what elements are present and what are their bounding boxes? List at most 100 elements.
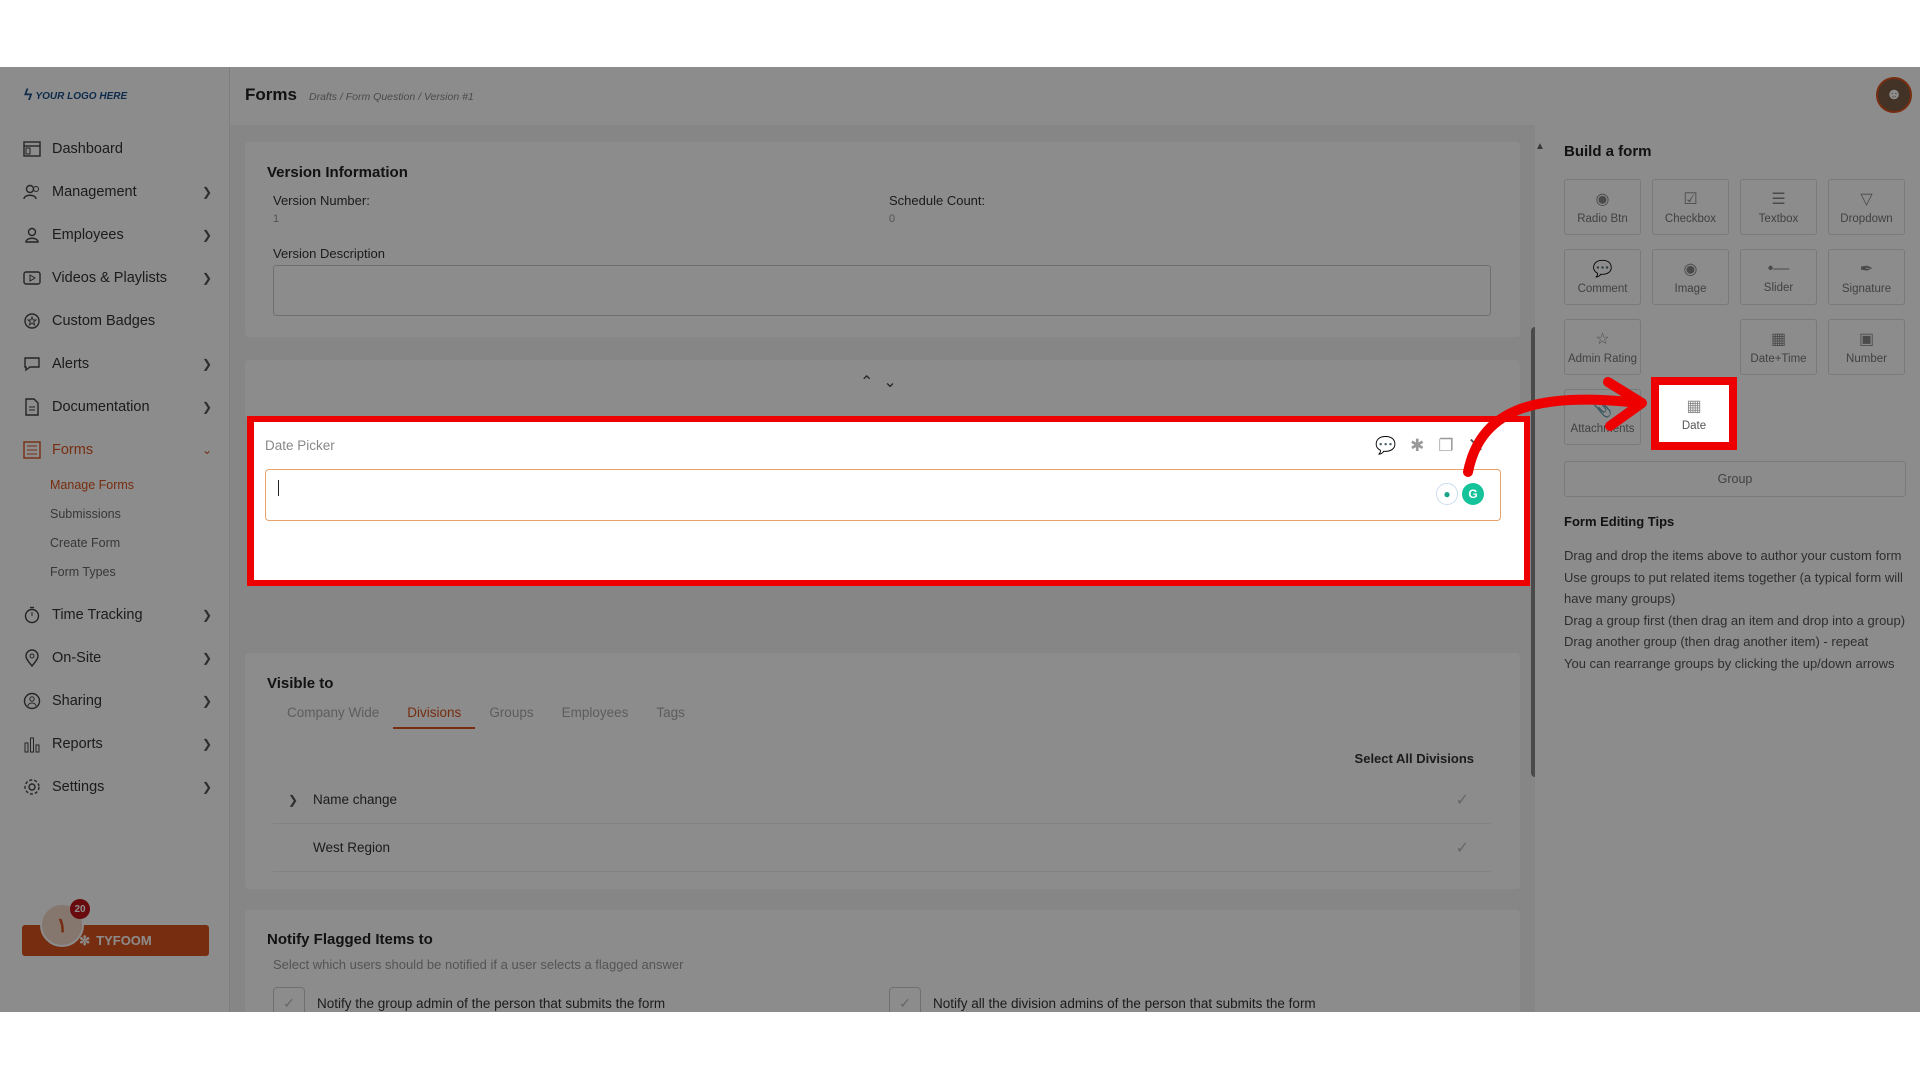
tool-admin-rating[interactable]: ☆ Admin Rating <box>1564 319 1641 375</box>
bar-chart-icon <box>22 734 42 754</box>
division-row[interactable]: West Region ✓ <box>273 824 1491 872</box>
tool-signature[interactable]: ✒ Signature <box>1828 249 1905 305</box>
avatar[interactable]: ☻ <box>1876 77 1912 113</box>
tab-divisions[interactable]: Divisions <box>393 705 476 729</box>
tool-slider[interactable]: •— Slider <box>1740 249 1817 305</box>
tool-date[interactable]: ▦ Date <box>1651 377 1737 450</box>
sidebar-item-employees[interactable]: Employees ❯ <box>0 213 230 256</box>
tool-image[interactable]: ◉ Image <box>1652 249 1729 305</box>
page-title: Forms <box>245 85 297 104</box>
division-name: Name change <box>313 792 398 807</box>
chevron-right-icon[interactable]: ❯ <box>273 793 313 807</box>
notification-count-badge: 20 <box>70 899 90 919</box>
sidebar-item-custom-badges[interactable]: Custom Badges <box>0 299 230 342</box>
notify-subtitle: Select which users should be notified if… <box>273 957 684 972</box>
chevron-right-icon: ❯ <box>201 270 212 285</box>
tip: Drag another group (then drag another it… <box>1564 634 1869 649</box>
sidebar-item-forms[interactable]: Forms ⌄ <box>0 428 230 471</box>
signature-icon: ✒ <box>1859 261 1874 278</box>
select-all-divisions[interactable]: Select All Divisions <box>1355 751 1474 766</box>
sidebar-item-dashboard[interactable]: Dashboard <box>0 127 230 170</box>
grammarly-icon[interactable]: G <box>1462 483 1484 505</box>
sidebar-item-reports[interactable]: Reports ❯ <box>0 722 230 765</box>
text-caret <box>278 480 279 496</box>
tool-date-time[interactable]: ▦ Date+Time <box>1740 319 1817 375</box>
sidebar-item-documentation[interactable]: Documentation ❯ <box>0 385 230 428</box>
lightbulb-icon[interactable]: ● <box>1436 483 1458 505</box>
sidebar-item-label: On-Site <box>52 649 102 666</box>
comment-icon[interactable]: 💬 <box>1375 436 1396 456</box>
notify-card: Notify Flagged Items to Select which use… <box>245 910 1520 1012</box>
slider-icon: •— <box>1767 260 1790 277</box>
version-info-title: Version Information <box>267 164 408 181</box>
notify-group-admin-option[interactable]: ✓ Notify the group admin of the person t… <box>273 987 665 1012</box>
textbox-icon: ☰ <box>1771 191 1786 208</box>
version-description-textarea[interactable] <box>273 265 1491 316</box>
tool-checkbox[interactable]: ☑ Checkbox <box>1652 179 1729 235</box>
share-icon <box>22 691 42 711</box>
tyfoom-label: TYFOOM <box>96 933 152 948</box>
sidebar-item-label: Dashboard <box>52 140 123 157</box>
calendar-icon: ▦ <box>1686 397 1702 415</box>
video-icon <box>22 268 42 288</box>
check-icon[interactable]: ✓ <box>1456 838 1469 858</box>
checkbox[interactable]: ✓ <box>889 987 921 1012</box>
logo[interactable]: ϟ YOUR LOGO HERE <box>24 87 127 105</box>
version-number-value: 1 <box>273 213 280 225</box>
chevron-up-icon[interactable]: ⌃ <box>860 372 873 392</box>
breadcrumb[interactable]: Drafts / Form Question / Version #1 <box>309 91 474 103</box>
sidebar-item-label: Alerts <box>52 355 90 372</box>
user-icon: ☻ <box>1885 86 1903 103</box>
scroll-up-icon[interactable]: ▲ <box>1535 141 1545 152</box>
tool-number[interactable]: ▣ Number <box>1828 319 1905 375</box>
tyfoom-widget[interactable]: ١ 20 ✼ TYFOOM <box>22 899 209 956</box>
asterisk-icon[interactable]: ✱ <box>1410 436 1424 456</box>
sidebar-item-time-tracking[interactable]: Time Tracking ❯ <box>0 593 230 636</box>
sidebar-item-sharing[interactable]: Sharing ❯ <box>0 679 230 722</box>
date-picker-input[interactable]: ● G <box>265 469 1501 521</box>
tool-comment[interactable]: 💬 Comment <box>1564 249 1641 305</box>
tool-dropdown[interactable]: ▽ Dropdown <box>1828 179 1905 235</box>
tab-company-wide[interactable]: Company Wide <box>273 705 393 729</box>
tip: Drag and drop the items above to author … <box>1564 548 1902 563</box>
subnav-manage-forms[interactable]: Manage Forms <box>50 471 230 500</box>
calendar-clock-icon: ▦ <box>1770 331 1787 348</box>
tool-textbox[interactable]: ☰ Textbox <box>1740 179 1817 235</box>
subnav-form-types[interactable]: Form Types <box>50 558 230 587</box>
list-icon <box>22 440 42 460</box>
division-row[interactable]: ❯ Name change ✓ <box>273 776 1491 824</box>
check-icon[interactable]: ✓ <box>1456 790 1469 810</box>
visibility-tabs: Company Wide Divisions Groups Employees … <box>273 705 699 729</box>
division-name: West Region <box>313 840 391 855</box>
notify-division-admin-option[interactable]: ✓ Notify all the division admins of the … <box>889 987 1316 1012</box>
top-header: Forms Drafts / Form Question / Version #… <box>230 67 1920 125</box>
subnav-create-form[interactable]: Create Form <box>50 529 230 558</box>
sidebar-item-on-site[interactable]: On-Site ❯ <box>0 636 230 679</box>
sidebar-item-alerts[interactable]: Alerts ❯ <box>0 342 230 385</box>
dropdown-icon: ▽ <box>1860 191 1873 208</box>
tab-tags[interactable]: Tags <box>642 705 699 729</box>
schedule-count-value: 0 <box>889 213 896 225</box>
number-icon: ▣ <box>1858 331 1875 348</box>
copy-icon[interactable]: ❐ <box>1438 436 1453 456</box>
question-toolbar: ⌃ ⌄ <box>245 360 1520 420</box>
sidebar-item-videos[interactable]: Videos & Playlists ❯ <box>0 256 230 299</box>
schedule-count-label: Schedule Count: <box>889 193 986 208</box>
tab-employees[interactable]: Employees <box>548 705 643 729</box>
app-window: ϟ YOUR LOGO HERE Dashboard Management ❯ … <box>0 67 1920 1012</box>
date-picker-title: Date Picker <box>265 438 335 453</box>
sidebar-item-management[interactable]: Management ❯ <box>0 170 230 213</box>
build-form-title: Build a form <box>1564 143 1652 160</box>
badge-icon <box>22 311 42 331</box>
chevron-down-icon[interactable]: ⌄ <box>883 372 896 392</box>
subnav-submissions[interactable]: Submissions <box>50 500 230 529</box>
grammarly-widget[interactable]: ● G <box>1436 483 1484 505</box>
sidebar-item-settings[interactable]: Settings ❯ <box>0 765 230 808</box>
checkbox[interactable]: ✓ <box>273 987 305 1012</box>
tool-radio-button[interactable]: ◉ Radio Btn <box>1564 179 1641 235</box>
people-icon <box>22 182 42 202</box>
sidebar-item-label: Sharing <box>52 692 102 709</box>
tab-groups[interactable]: Groups <box>475 705 547 729</box>
build-form-panel: ▲ Build a form ◉ Radio Btn ☑ Checkbox ☰ Tex… <box>1535 125 1920 1012</box>
tips-title: Form Editing Tips <box>1564 514 1675 529</box>
